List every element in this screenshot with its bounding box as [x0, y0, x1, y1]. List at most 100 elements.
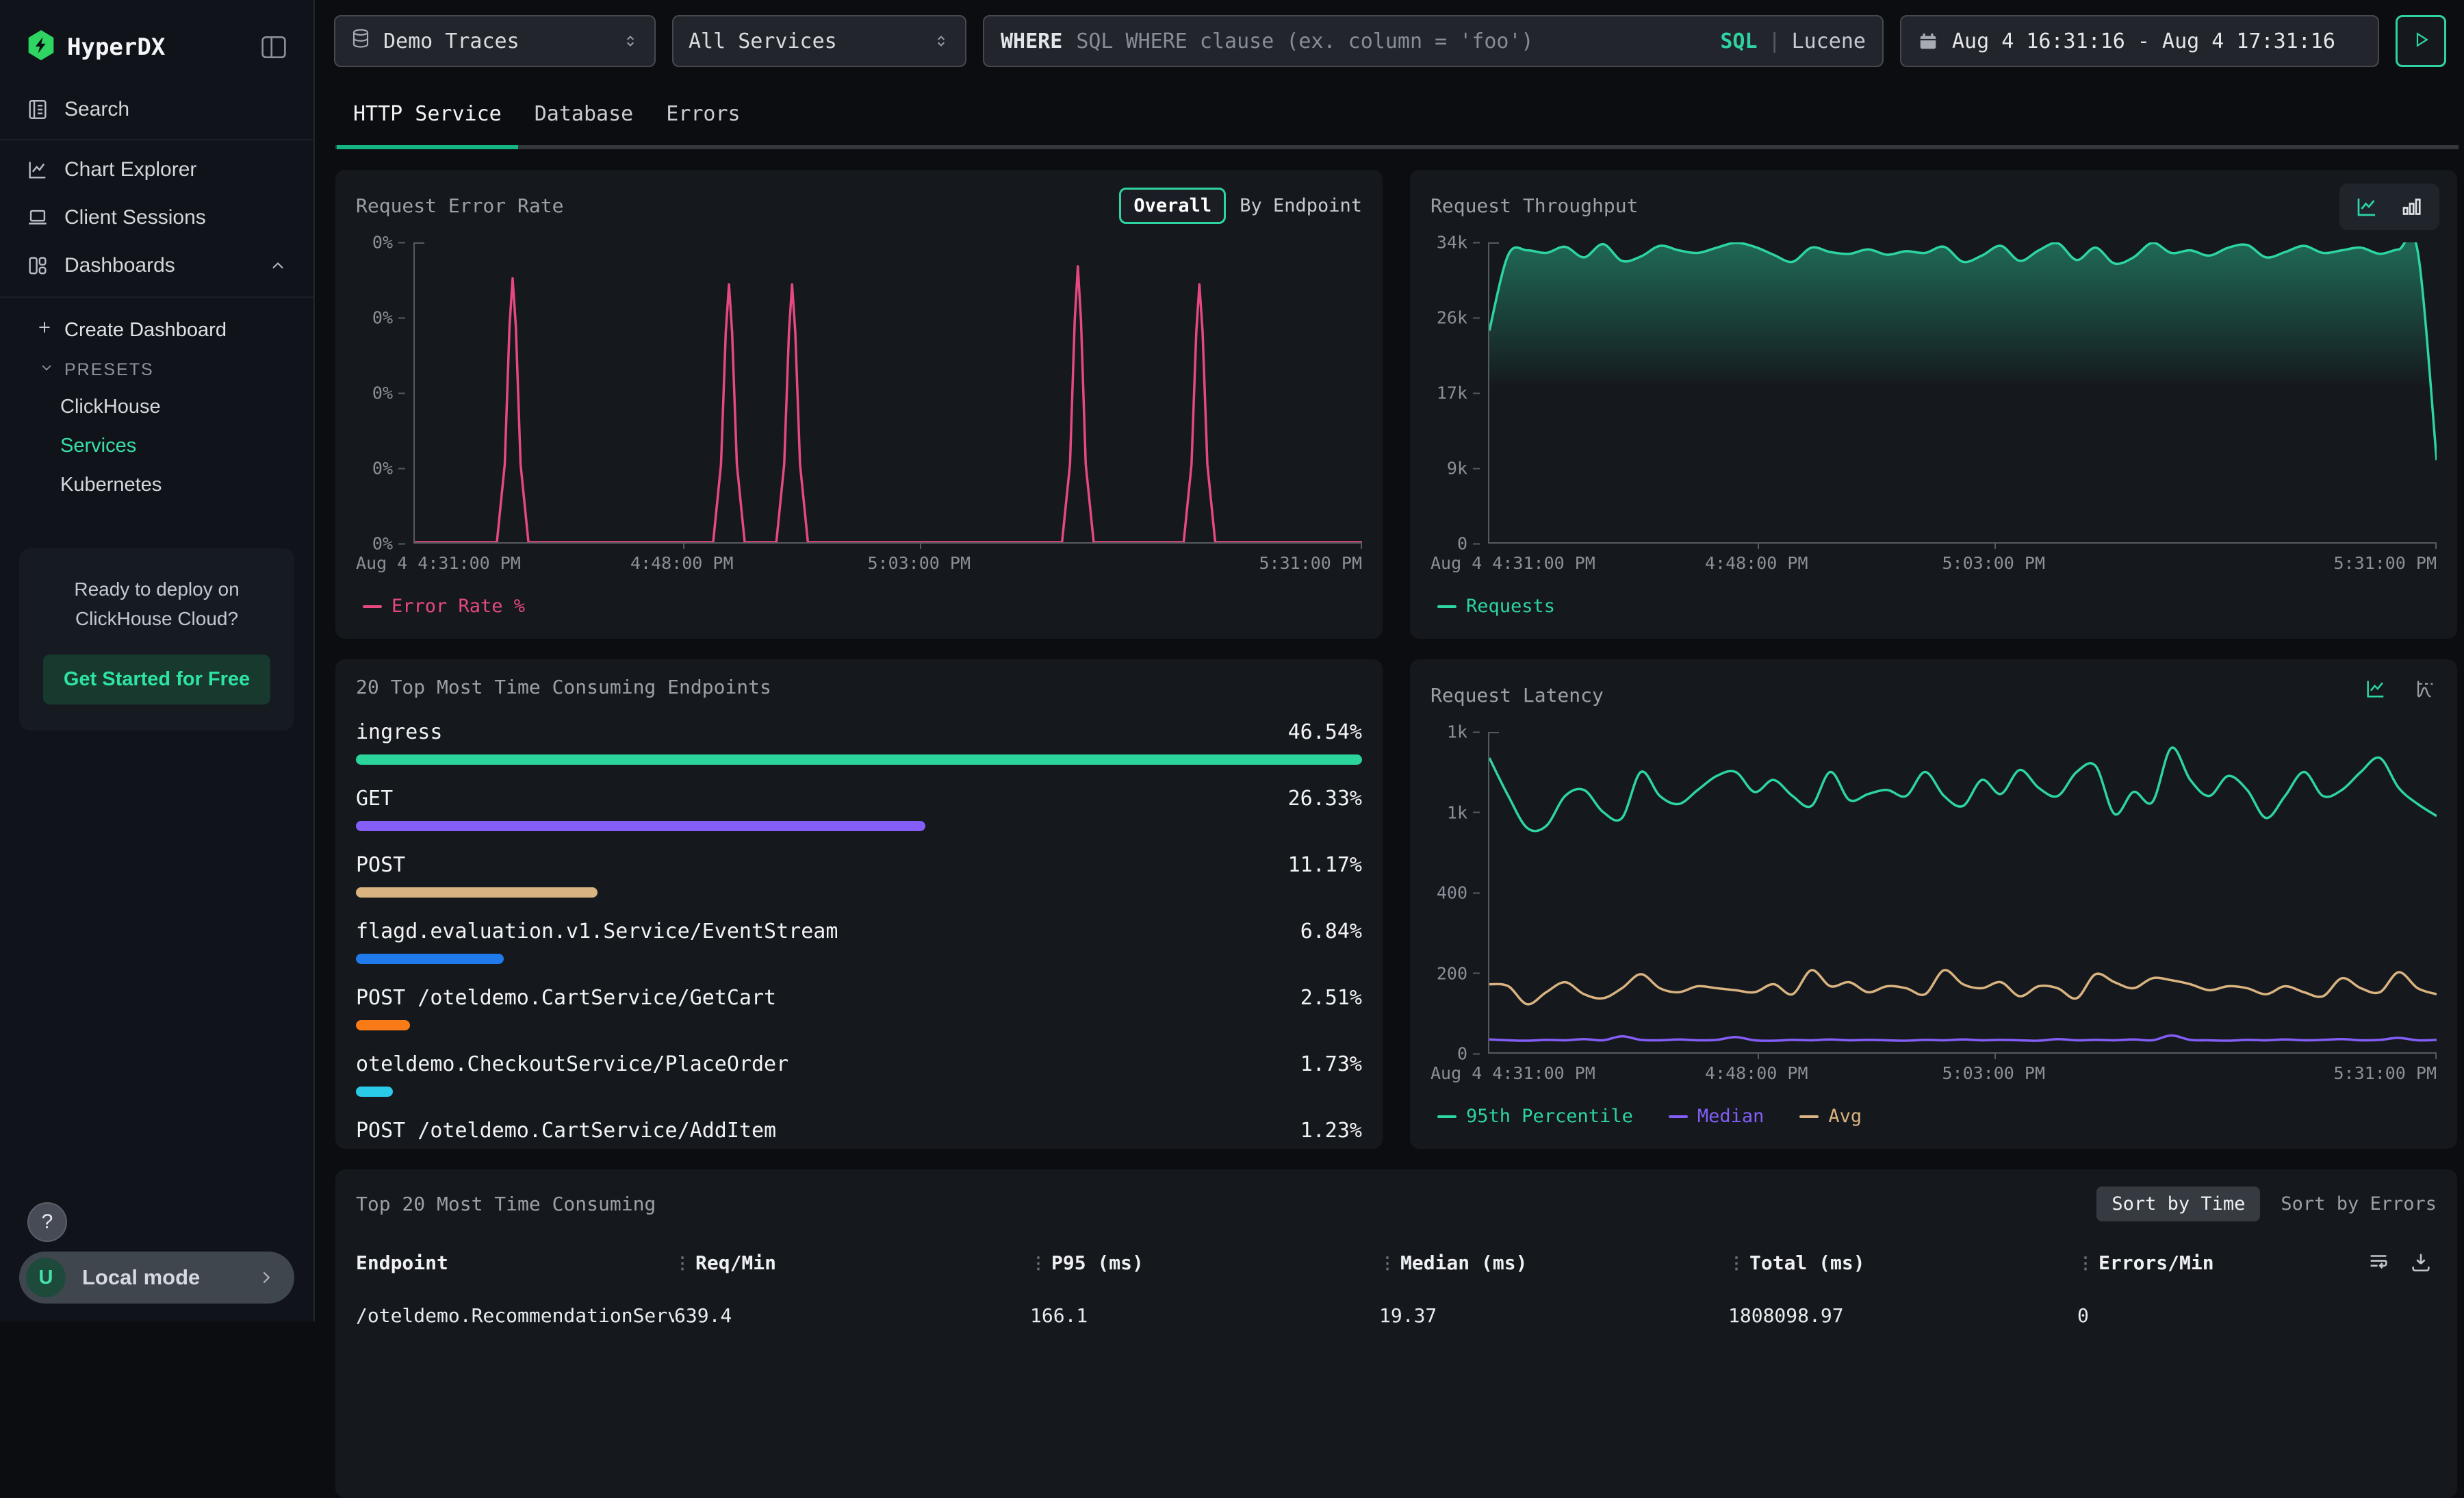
- query-topbar: Demo Traces All Services WHERE SQL | Luc…: [316, 0, 2464, 82]
- cell-total: 1808098.97: [1728, 1304, 2077, 1327]
- sidebar-item-client-sessions[interactable]: Client Sessions: [0, 194, 313, 242]
- cell-errors-min: 0: [2077, 1304, 2437, 1327]
- wrap-lines-icon[interactable]: [2367, 1250, 2390, 1273]
- legend-label: Requests: [1466, 596, 1555, 617]
- sidebar-header: HyperDX: [0, 0, 313, 86]
- chevron-down-icon: [38, 359, 55, 381]
- get-started-button[interactable]: Get Started for Free: [43, 655, 270, 704]
- sidebar-collapse-icon[interactable]: [260, 35, 287, 60]
- endpoint-bar: [356, 887, 598, 898]
- column-header-p95[interactable]: ⋮P95 (ms): [1030, 1252, 1379, 1274]
- legend-item[interactable]: 95th Percentile: [1437, 1106, 1633, 1127]
- help-button[interactable]: ?: [27, 1202, 67, 1242]
- cell-p95: 166.1: [1030, 1304, 1379, 1327]
- endpoint-percent: 1.23%: [1300, 1119, 1362, 1143]
- latency-x-axis: Aug 4 4:31:00 PM 4:48:00 PM 5:03:00 PM 5…: [1488, 1063, 2437, 1088]
- tab-http-service[interactable]: HTTP Service: [337, 82, 518, 149]
- tab-database[interactable]: Database: [518, 82, 650, 149]
- bar-chart-icon[interactable]: [2400, 194, 2424, 219]
- service-select[interactable]: All Services: [672, 15, 966, 67]
- panel-title: Request Error Rate: [356, 194, 563, 217]
- by-endpoint-toggle[interactable]: By Endpoint: [1240, 195, 1362, 216]
- chart-explorer-icon: [26, 158, 49, 181]
- promo-text-line1: Ready to deploy on: [40, 574, 274, 604]
- search-input[interactable]: [1076, 29, 1706, 53]
- run-query-button[interactable]: [2396, 15, 2446, 67]
- time-range-picker[interactable]: Aug 4 16:31:16 - Aug 4 17:31:16: [1900, 15, 2379, 67]
- sql-toggle[interactable]: SQL: [1720, 29, 1757, 53]
- throughput-plot[interactable]: [1488, 242, 2437, 544]
- line-chart-icon[interactable]: [2354, 194, 2379, 219]
- cell-req-min: 639.4: [674, 1304, 1030, 1327]
- sort-by-errors-button[interactable]: Sort by Errors: [2281, 1193, 2437, 1215]
- panel-top-table: Top 20 Most Time Consuming Sort by Time …: [335, 1169, 2457, 1498]
- panel-title: Top 20 Most Time Consuming: [356, 1193, 656, 1215]
- sidebar-item-label: Client Sessions: [64, 206, 206, 229]
- sort-by-time-button[interactable]: Sort by Time: [2096, 1186, 2260, 1221]
- endpoint-label: POST /oteldemo.CartService/GetCart: [356, 987, 776, 1010]
- local-mode-label: Local mode: [82, 1265, 240, 1290]
- laptop-icon: [26, 206, 49, 229]
- presets-toggle[interactable]: PRESETS: [0, 350, 313, 388]
- grip-icon: ⋮: [1030, 1254, 1044, 1273]
- error-rate-y-axis: 0%0%0%0%0%: [356, 242, 413, 544]
- sidebar-preset-clickhouse[interactable]: ClickHouse: [0, 388, 313, 427]
- database-icon: [350, 28, 371, 54]
- legend-dash: [1437, 1115, 1456, 1118]
- endpoint-label: POST: [356, 854, 405, 877]
- latency-legend: 95th Percentile Median Avg: [1437, 1106, 2437, 1127]
- legend-item[interactable]: Median: [1669, 1106, 1764, 1127]
- endpoint-row[interactable]: flagd.evaluation.v1.Service/EventStream …: [356, 920, 1362, 964]
- sidebar-preset-kubernetes[interactable]: Kubernetes: [0, 466, 313, 505]
- download-icon[interactable]: [2409, 1250, 2433, 1273]
- legend-item[interactable]: Avg: [1799, 1106, 1862, 1127]
- endpoint-percent: 26.33%: [1288, 787, 1362, 811]
- column-header-endpoint[interactable]: Endpoint: [356, 1252, 674, 1274]
- legend-label: Error Rate %: [392, 596, 525, 617]
- legend-item[interactable]: Error Rate %: [363, 596, 525, 617]
- sidebar-item-chart-explorer[interactable]: Chart Explorer: [0, 146, 313, 194]
- throughput-y-axis: 34k26k17k9k0: [1430, 242, 1488, 544]
- histogram-icon[interactable]: [2413, 677, 2437, 700]
- endpoint-row[interactable]: POST /oteldemo.CartService/AddItem 1.23%: [356, 1119, 1362, 1149]
- search-journal-icon: [26, 98, 49, 121]
- column-header-total[interactable]: ⋮Total (ms): [1728, 1252, 2077, 1274]
- endpoint-row[interactable]: GET 26.33%: [356, 787, 1362, 831]
- panel-title: Request Throughput: [1430, 194, 1638, 217]
- dashboards-grid-icon: [26, 254, 49, 277]
- user-menu[interactable]: U Local mode: [19, 1252, 294, 1304]
- legend-dash: [1799, 1115, 1819, 1118]
- column-header-req-min[interactable]: ⋮Req/Min: [674, 1252, 1030, 1274]
- overall-toggle-button[interactable]: Overall: [1119, 188, 1226, 224]
- legend-item[interactable]: Requests: [1437, 596, 1555, 617]
- line-chart-icon[interactable]: [2364, 677, 2387, 700]
- sidebar-preset-services[interactable]: Services: [0, 427, 313, 466]
- grip-icon: ⋮: [1379, 1254, 1394, 1273]
- promo-text-line2: ClickHouse Cloud?: [40, 604, 274, 633]
- source-select[interactable]: Demo Traces: [334, 15, 656, 67]
- endpoint-row[interactable]: POST /oteldemo.CartService/GetCart 2.51%: [356, 987, 1362, 1030]
- create-dashboard-button[interactable]: Create Dashboard: [0, 310, 313, 350]
- sidebar-item-dashboards[interactable]: Dashboards: [0, 242, 313, 290]
- endpoint-row[interactable]: oteldemo.CheckoutService/PlaceOrder 1.73…: [356, 1053, 1362, 1097]
- grip-icon: ⋮: [674, 1254, 689, 1273]
- error-rate-plot[interactable]: [413, 242, 1362, 544]
- latency-plot[interactable]: [1488, 732, 2437, 1054]
- panel-top-endpoints: 20 Top Most Time Consuming Endpoints ing…: [335, 659, 1383, 1149]
- table-row[interactable]: /oteldemo.RecommendationServ 639.4 166.1…: [356, 1304, 2437, 1327]
- brand-logo[interactable]: HyperDX: [26, 29, 165, 65]
- chart-type-toolbar: [2339, 183, 2439, 230]
- source-select-value: Demo Traces: [383, 29, 519, 53]
- clickhouse-cloud-promo: Ready to deploy on ClickHouse Cloud? Get…: [19, 548, 294, 731]
- endpoint-row[interactable]: ingress 46.54%: [356, 721, 1362, 765]
- tab-errors[interactable]: Errors: [650, 82, 756, 149]
- lucene-toggle[interactable]: Lucene: [1792, 29, 1866, 53]
- legend-label: Median: [1697, 1106, 1764, 1127]
- legend-dash: [363, 605, 382, 608]
- endpoint-row[interactable]: POST 11.17%: [356, 854, 1362, 898]
- select-chevrons-icon: [932, 32, 950, 50]
- play-icon: [2411, 29, 2431, 53]
- column-header-median[interactable]: ⋮Median (ms): [1379, 1252, 1728, 1274]
- sidebar-item-search[interactable]: Search: [0, 86, 313, 134]
- avatar: U: [26, 1258, 66, 1297]
